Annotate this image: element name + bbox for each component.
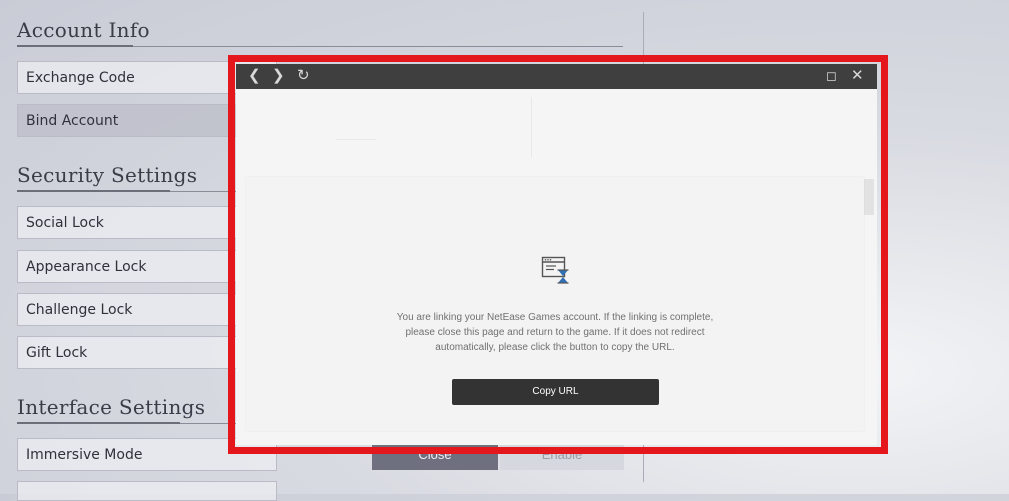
background-divider	[531, 97, 532, 157]
section-title-interface-settings: Interface Settings	[17, 395, 206, 419]
section-underline	[17, 422, 180, 424]
browser-window: ❮ ❯ ↻ ◻ ✕ You are linking your NetEase G…	[236, 64, 877, 445]
background-line	[336, 139, 376, 140]
next-setting-row[interactable]	[17, 481, 277, 501]
maximize-icon[interactable]: ◻	[826, 67, 837, 85]
browser-hourglass-icon	[541, 256, 569, 284]
close-icon[interactable]: ✕	[851, 67, 864, 85]
section-title-security-settings: Security Settings	[17, 163, 198, 187]
forward-icon[interactable]: ❯	[272, 67, 285, 85]
linking-message: You are linking your NetEase Games accou…	[396, 312, 714, 353]
refresh-icon[interactable]: ↻	[297, 67, 310, 85]
browser-toolbar: ❮ ❯ ↻ ◻ ✕	[236, 64, 877, 89]
section-divider	[133, 46, 623, 47]
section-underline	[17, 190, 170, 192]
back-icon[interactable]: ❮	[248, 67, 261, 85]
linking-card: You are linking your NetEase Games accou…	[246, 177, 864, 431]
copy-url-button[interactable]: Copy URL	[452, 379, 659, 405]
browser-content: You are linking your NetEase Games accou…	[236, 89, 877, 445]
scrollbar-thumb[interactable]	[864, 179, 874, 215]
section-title-account-info: Account Info	[17, 18, 150, 42]
section-underline	[17, 45, 133, 47]
